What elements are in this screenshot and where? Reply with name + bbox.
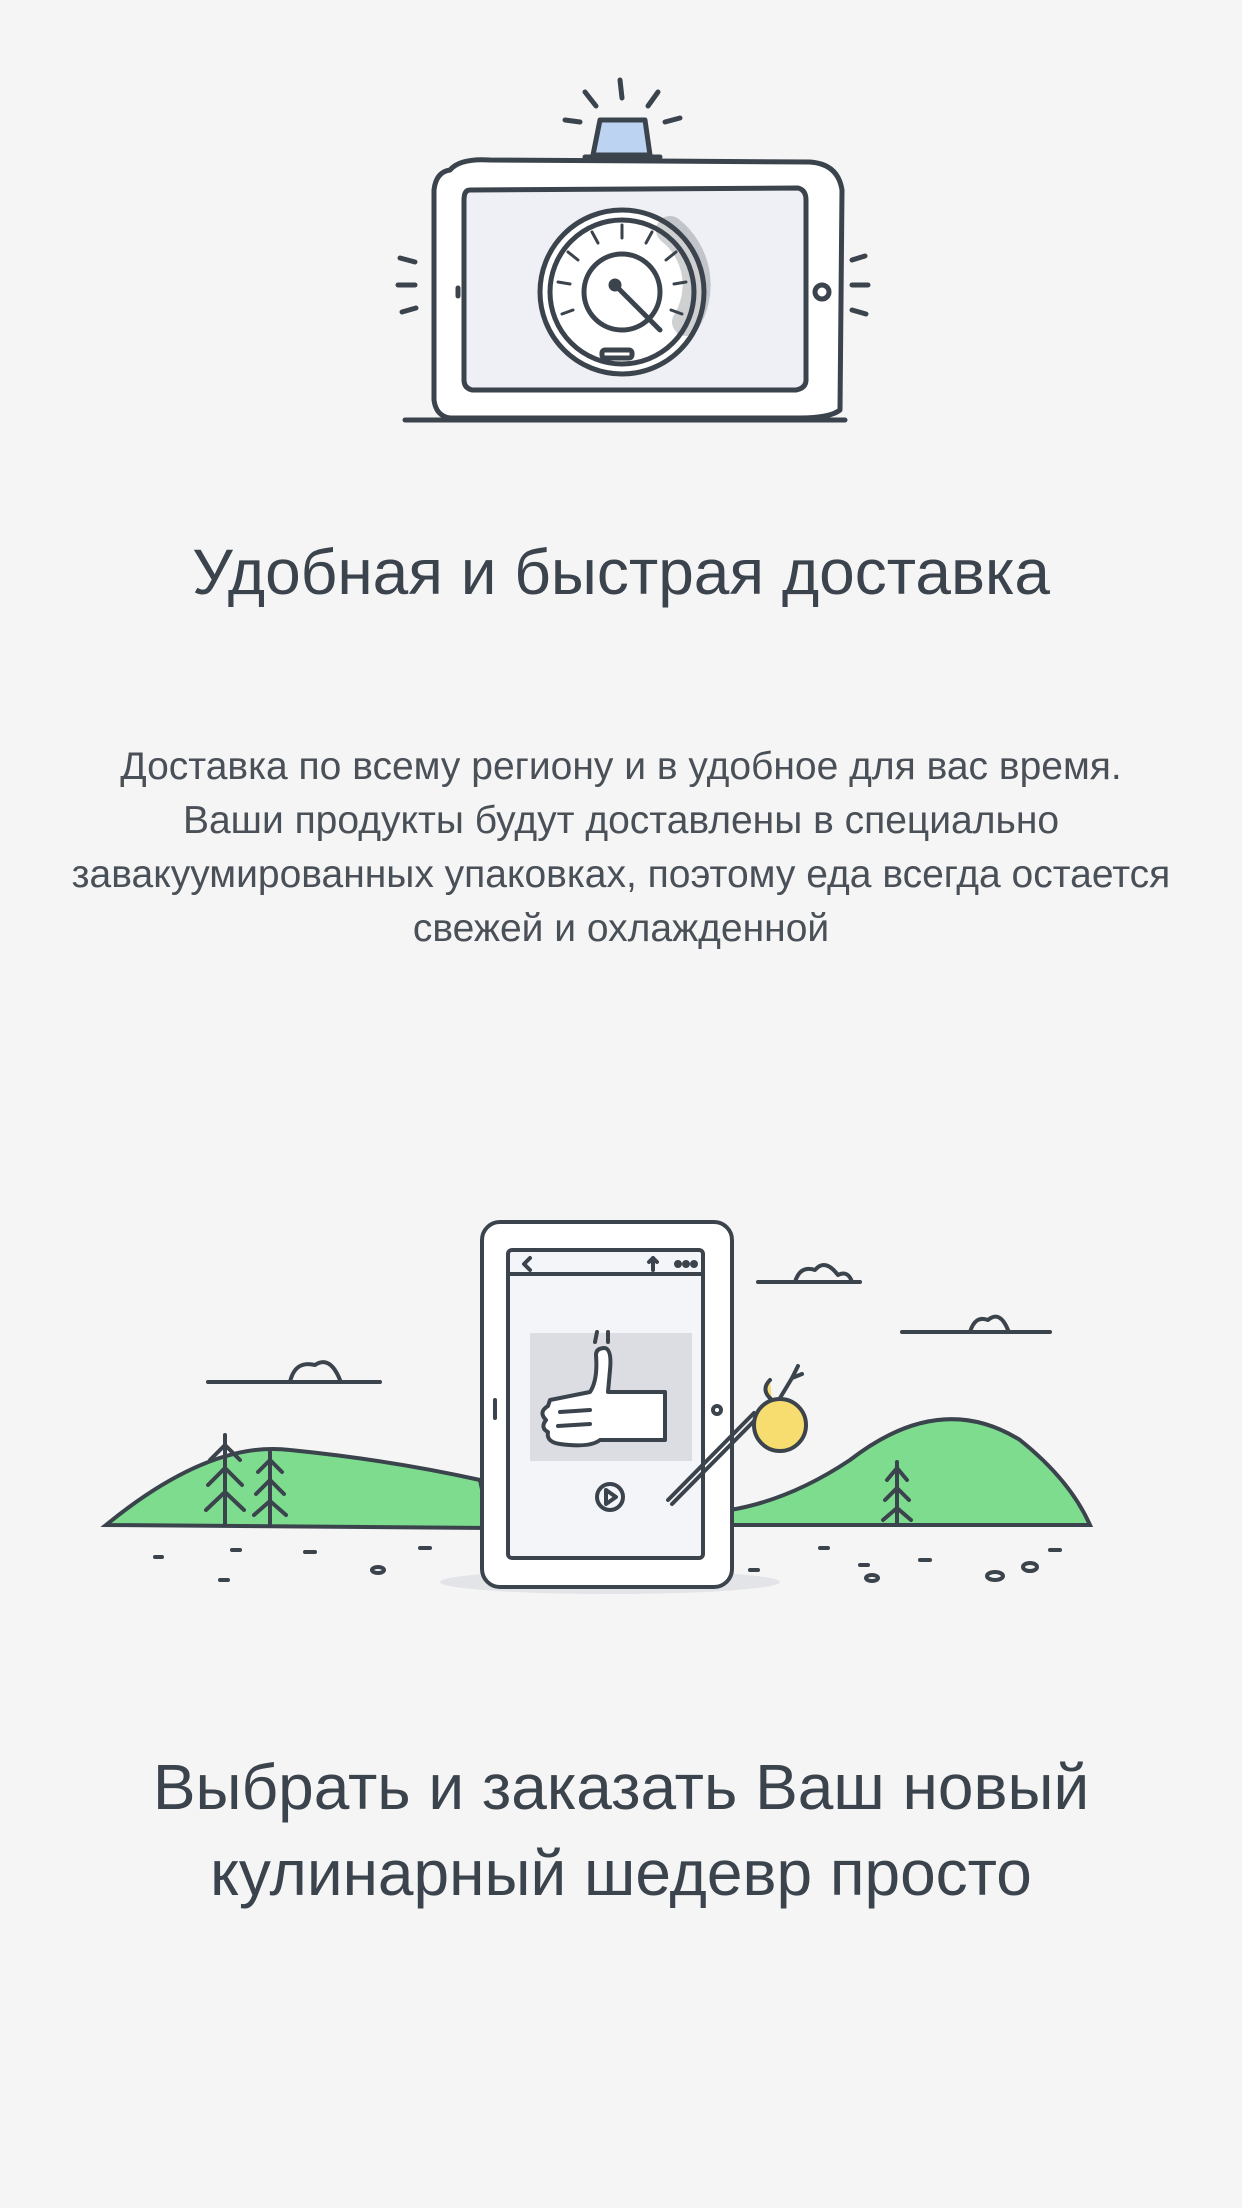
order-title: Выбрать и заказать Ваш новый кулинарный … — [152, 1751, 1090, 1909]
tablet-landscape-thumbs-up-icon — [100, 1220, 1094, 1594]
speedometer-tablet-icon — [395, 77, 871, 423]
delivery-title: Удобная и быстрая доставка — [192, 536, 1050, 608]
delivery-description: Доставка по всему региону и в удобное дл… — [71, 745, 1171, 950]
